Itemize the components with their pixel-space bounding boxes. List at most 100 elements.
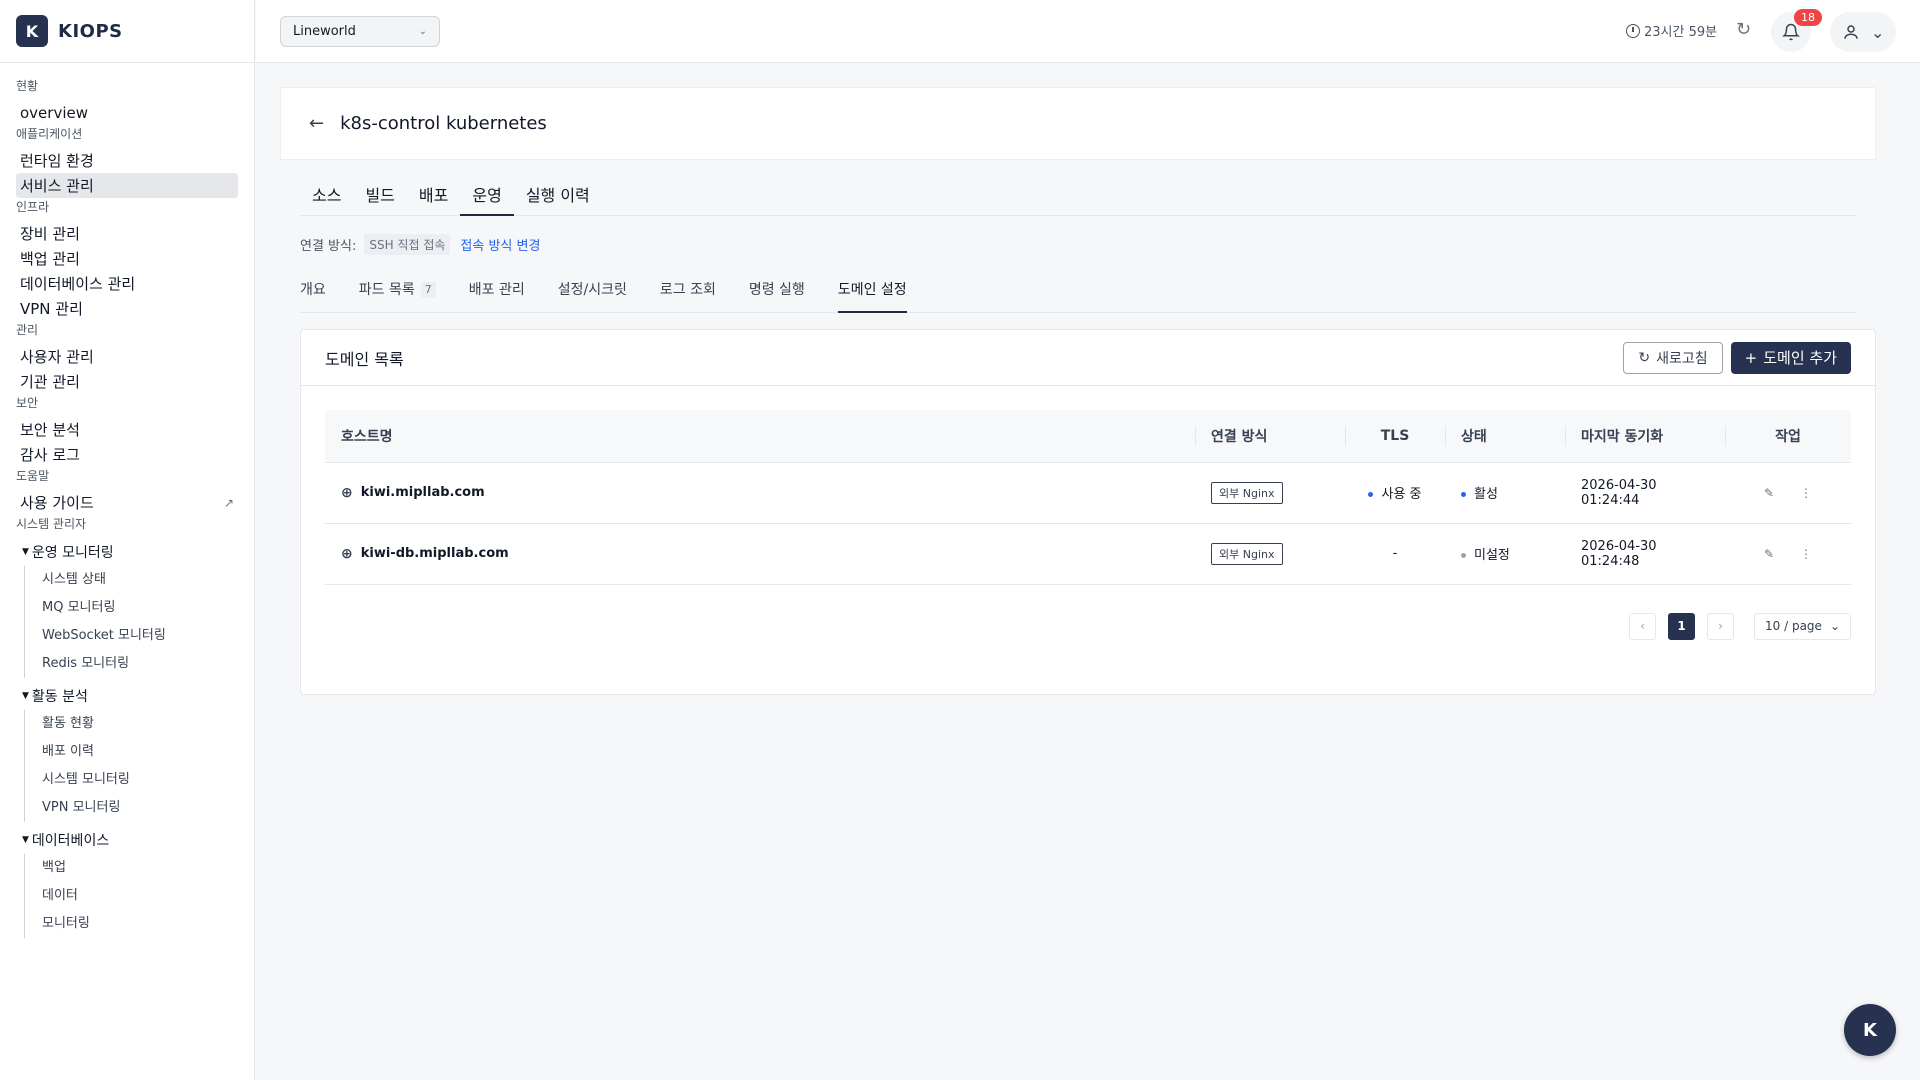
refresh-button[interactable]: ↻ 새로고침	[1623, 341, 1723, 374]
host-name[interactable]: kiwi-db.mipllab.com	[361, 546, 509, 561]
edit-icon[interactable]: ✎	[1764, 547, 1774, 561]
page-header: ← k8s-control kubernetes	[280, 87, 1876, 160]
main-tabs: 소스 빌드 배포 운영 실행 이력	[300, 182, 1856, 216]
subtab-command[interactable]: 명령 실행	[749, 279, 805, 313]
bell-icon	[1782, 23, 1800, 41]
tree-ops-monitoring[interactable]: ▼ 운영 모니터링	[16, 538, 238, 566]
tree-item-redis-monitoring[interactable]: Redis 모니터링	[42, 650, 238, 678]
host-name[interactable]: kiwi.mipllab.com	[361, 485, 485, 500]
tree-item-db-data[interactable]: 데이터	[42, 882, 238, 910]
add-domain-button[interactable]: + 도메인 추가	[1730, 341, 1851, 374]
sidebar-item-audit-log[interactable]: 감사 로그	[16, 442, 238, 467]
globe-icon: ⊕	[341, 484, 353, 501]
sidebar-item-overview[interactable]: overview	[16, 100, 238, 125]
edit-icon[interactable]: ✎	[1764, 486, 1774, 500]
add-domain-label: 도메인 추가	[1763, 349, 1837, 367]
subtab-label: 설정/시크릿	[557, 282, 627, 298]
sidebar-item-security-analysis[interactable]: 보안 분석	[16, 417, 238, 442]
prev-page-button[interactable]: ‹	[1629, 612, 1657, 640]
sidebar-item-label: 서비스 관리	[20, 177, 94, 195]
session-timer: 23시간 59분	[1626, 21, 1717, 40]
cell-last-sync: 2026-04-30 01:24:44	[1565, 462, 1725, 524]
brand-name: KIOPS	[58, 20, 123, 42]
subtab-pods[interactable]: 파드 목록 7	[359, 279, 436, 313]
arrow-left-icon[interactable]: ←	[309, 113, 324, 134]
sidebar-item-label: 감사 로그	[20, 446, 80, 464]
chevron-down-icon: ⌄	[1870, 22, 1885, 42]
card-actions: ↻ 새로고침 + 도메인 추가	[1623, 341, 1851, 374]
tab-source[interactable]: 소스	[300, 182, 353, 216]
nav-group-help: 도움말 사용 가이드 ↗	[16, 467, 238, 515]
sidebar-item-user-guide[interactable]: 사용 가이드 ↗	[16, 490, 238, 515]
tls-dot	[1368, 492, 1374, 497]
change-connection-link[interactable]: 접속 방식 변경	[460, 235, 540, 254]
cell-status: 활성	[1445, 462, 1565, 524]
refresh-label: 새로고침	[1656, 350, 1708, 367]
subtab-label: 파드 목록	[358, 282, 415, 298]
sidebar-item-users[interactable]: 사용자 관리	[16, 344, 238, 369]
tab-build[interactable]: 빌드	[353, 182, 406, 216]
chevron-down-icon: ⌄	[418, 26, 427, 37]
tree-item-vpn-monitoring[interactable]: VPN 모니터링	[42, 794, 238, 822]
nav-group-infra: 인프라 장비 관리 백업 관리 데이터베이스 관리 VPN 관리	[16, 198, 238, 321]
page-size-select[interactable]: 10 / page ⌄	[1754, 612, 1851, 640]
brand[interactable]: K KIOPS	[0, 0, 254, 63]
tree-item-activity-status[interactable]: 활동 현황	[42, 710, 238, 738]
tree-activity-analysis[interactable]: ▼ 활동 분석	[16, 682, 238, 710]
subtab-logs[interactable]: 로그 조회	[660, 279, 716, 313]
cell-status: 미설정	[1445, 523, 1565, 585]
nav-group-security: 보안 보안 분석 감사 로그	[16, 394, 238, 467]
column-header-host: 호스트명	[325, 410, 1195, 463]
sidebar-item-label: 백업 관리	[20, 250, 80, 268]
subtab-deploy-management[interactable]: 배포 관리	[469, 279, 525, 313]
sidebar-item-label: 장비 관리	[20, 225, 80, 243]
tree-item-system-monitoring[interactable]: 시스템 모니터링	[42, 766, 238, 794]
column-header-status: 상태	[1445, 410, 1565, 463]
tree-children: 활동 현황 배포 이력 시스템 모니터링 VPN 모니터링	[24, 710, 238, 822]
tree-database[interactable]: ▼ 데이터베이스	[16, 826, 238, 854]
next-page-button[interactable]: ›	[1707, 612, 1735, 640]
user-menu-button[interactable]: ⌄	[1830, 12, 1896, 52]
sidebar-item-service-management[interactable]: 서비스 관리	[16, 173, 238, 198]
caret-down-icon: ▼	[22, 835, 29, 845]
tab-operation[interactable]: 운영	[460, 182, 514, 216]
tree-children: 백업 데이터 모니터링	[24, 854, 238, 938]
subtab-domain-settings[interactable]: 도메인 설정	[837, 279, 907, 313]
tree-item-system-status[interactable]: 시스템 상태	[42, 566, 238, 594]
subtab-config-secrets[interactable]: 설정/시크릿	[558, 279, 627, 313]
tree-item-db-monitoring[interactable]: 모니터링	[42, 910, 238, 938]
tab-run-history[interactable]: 실행 이력	[514, 182, 602, 216]
workspace-select[interactable]: Lineworld ⌄	[280, 16, 440, 47]
sidebar-nav: 현황 overview 애플리케이션 런타임 환경 서비스 관리 인프라 장비 …	[0, 63, 254, 938]
nav-group-title: 도움말	[16, 469, 50, 483]
sidebar-item-database[interactable]: 데이터베이스 관리	[16, 271, 238, 296]
more-icon[interactable]: ⋮	[1800, 547, 1812, 561]
tree-item-websocket-monitoring[interactable]: WebSocket 모니터링	[42, 622, 238, 650]
refresh-session-icon[interactable]: ↻	[1736, 19, 1751, 40]
assistant-fab-button[interactable]: K	[1844, 1004, 1896, 1056]
page-button-current[interactable]: 1	[1668, 612, 1696, 640]
nav-group-application: 애플리케이션 런타임 환경 서비스 관리	[16, 125, 238, 198]
sidebar-item-equipment[interactable]: 장비 관리	[16, 221, 238, 246]
status-dot	[1461, 492, 1466, 497]
tree-label: 활동 분석	[31, 689, 88, 705]
sidebar-item-label: 보안 분석	[20, 421, 80, 439]
subtab-label: 로그 조회	[659, 282, 716, 298]
tree-item-deploy-history[interactable]: 배포 이력	[42, 738, 238, 766]
subtab-label: 도메인 설정	[837, 282, 907, 298]
sidebar-item-backup[interactable]: 백업 관리	[16, 246, 238, 271]
sidebar-item-vpn[interactable]: VPN 관리	[16, 296, 238, 321]
sidebar-item-organizations[interactable]: 기관 관리	[16, 369, 238, 394]
pod-count-badge: 7	[420, 282, 436, 298]
sidebar-item-runtime[interactable]: 런타임 환경	[16, 148, 238, 173]
tab-deploy[interactable]: 배포	[407, 182, 460, 216]
tree-item-db-backup[interactable]: 백업	[42, 854, 238, 882]
sidebar: K KIOPS 현황 overview 애플리케이션 런타임 환경 서비스 관리…	[0, 0, 255, 1080]
cell-last-sync: 2026-04-30 01:24:48	[1565, 523, 1725, 585]
subtab-overview[interactable]: 개요	[300, 279, 326, 313]
more-icon[interactable]: ⋮	[1800, 486, 1812, 500]
nav-group-title: 애플리케이션	[16, 127, 83, 141]
tree-label: 운영 모니터링	[31, 545, 114, 561]
connection-tag: 외부 Nginx	[1211, 481, 1283, 504]
tree-item-mq-monitoring[interactable]: MQ 모니터링	[42, 594, 238, 622]
